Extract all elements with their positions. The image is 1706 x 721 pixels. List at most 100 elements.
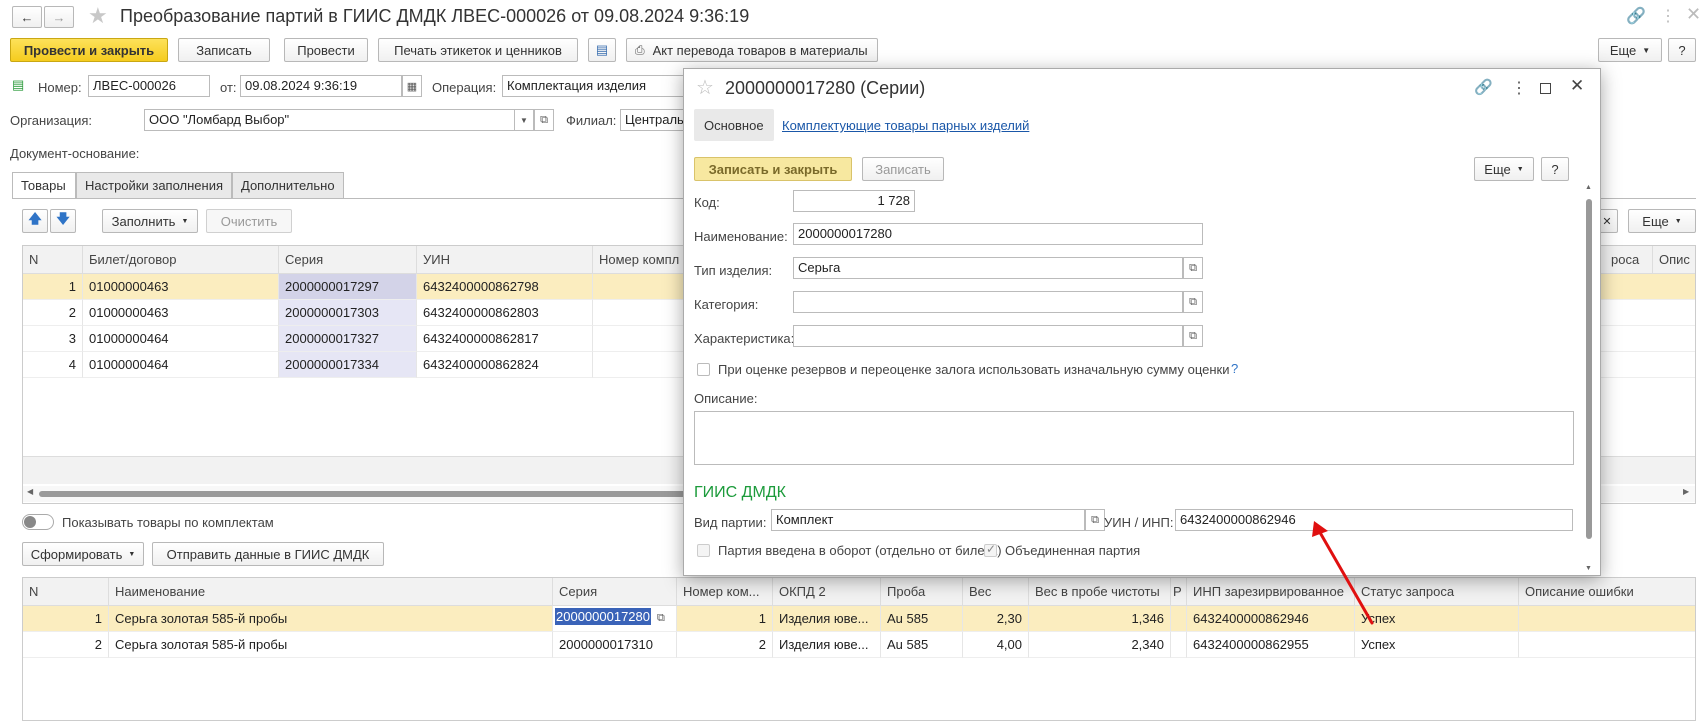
type-field[interactable]: Серьга	[793, 257, 1183, 279]
close-icon[interactable]: ✕	[1570, 76, 1584, 96]
reserve-checkbox[interactable]	[697, 363, 710, 376]
code-field[interactable]: 1 728	[793, 190, 915, 212]
back-button[interactable]: ←	[12, 6, 42, 28]
chevron-down-icon: ▼	[1516, 165, 1524, 173]
row-n: 2	[23, 300, 83, 326]
col-series[interactable]: Серия	[279, 246, 417, 274]
batch-type-field[interactable]: Комплект	[771, 509, 1085, 531]
dialog-scroll-down-icon[interactable]: ▼	[1585, 565, 1592, 572]
col-name[interactable]: Наименование	[109, 578, 553, 606]
batch-merged-label: Объединенная партия	[1005, 543, 1141, 558]
reserve-checkbox-label: При оценке резервов и переоценке залога …	[718, 362, 1230, 377]
fill-button[interactable]: Заполнить ▼	[102, 209, 198, 233]
category-open-button[interactable]: ⧉	[1183, 291, 1203, 313]
col-uin[interactable]: УИН	[417, 246, 593, 274]
row-r	[1171, 606, 1187, 632]
batch-merged-checkbox[interactable]: ✓	[984, 542, 997, 557]
more-button[interactable]: Еще ▼	[1598, 38, 1662, 62]
name-field[interactable]: 2000000017280	[793, 223, 1203, 245]
scroll-right-icon[interactable]: ▶	[1683, 487, 1689, 496]
open-icon: ⧉	[1189, 261, 1197, 274]
col-n[interactable]: N	[23, 578, 109, 606]
scrollbar-thumb[interactable]	[39, 491, 739, 497]
favorite-star-icon[interactable]: ★	[88, 3, 108, 29]
close-icon[interactable]: ✕	[1686, 4, 1701, 25]
dialog-save-button[interactable]: Записать	[862, 157, 944, 181]
dialog-help-button[interactable]: ?	[1541, 157, 1569, 181]
col-kit-number[interactable]: Номер ком...	[677, 578, 773, 606]
col-r[interactable]: Р	[1171, 578, 1187, 606]
post-button[interactable]: Провести	[284, 38, 368, 62]
reserve-help-icon[interactable]: ?	[1231, 361, 1238, 376]
scroll-left-icon[interactable]: ◀	[27, 487, 33, 496]
calendar-button[interactable]: ▦	[402, 75, 422, 97]
tab-goods[interactable]: Товары	[12, 172, 76, 199]
col-probe[interactable]: Проба	[881, 578, 963, 606]
col-request[interactable]: роса	[1593, 246, 1653, 274]
characteristic-field[interactable]	[793, 325, 1183, 347]
form-button[interactable]: Сформировать ▼	[22, 542, 144, 566]
clear-button[interactable]: Очистить	[206, 209, 292, 233]
act-transfer-button[interactable]: ⎙ Акт перевода товаров в материалы	[626, 38, 878, 62]
link-icon[interactable]: 🔗	[1474, 78, 1493, 96]
org-field[interactable]: ООО "Ломбард Выбор"	[144, 109, 516, 131]
help-button[interactable]: ?	[1668, 38, 1696, 62]
tab-pair-components[interactable]: Комплектующие товары парных изделий	[782, 118, 1029, 133]
link-icon[interactable]: 🔗	[1626, 6, 1646, 26]
characteristic-open-button[interactable]: ⧉	[1183, 325, 1203, 347]
col-n[interactable]: N	[23, 246, 83, 274]
org-open-button[interactable]: ⧉	[534, 109, 554, 131]
lower-table[interactable]: N Наименование Серия Номер ком... ОКПД 2…	[22, 577, 1696, 721]
maximize-icon[interactable]	[1540, 83, 1551, 94]
move-up-button[interactable]: 🡅	[22, 209, 48, 233]
col-pure-weight[interactable]: Вес в пробе чистоты	[1029, 578, 1171, 606]
category-field[interactable]	[793, 291, 1183, 313]
dialog-scroll-up-icon[interactable]: ▲	[1585, 184, 1592, 191]
kit-toggle-label: Показывать товары по комплектам	[62, 515, 274, 530]
save-button[interactable]: Записать	[178, 38, 270, 62]
favorite-star-icon[interactable]: ☆	[696, 75, 714, 100]
dmdk-section-title: ГИИС ДМДК	[694, 484, 786, 501]
tab-main[interactable]: Основное	[694, 109, 774, 141]
col-ticket[interactable]: Билет/договор	[83, 246, 279, 274]
post-and-close-button[interactable]: Провести и закрыть	[10, 38, 168, 62]
col-description[interactable]: Опис	[1653, 246, 1695, 274]
row-okpd: Изделия юве...	[773, 632, 881, 658]
description-textarea[interactable]	[694, 411, 1574, 465]
col-error[interactable]: Описание ошибки	[1519, 578, 1695, 606]
dialog-more-button[interactable]: Еще ▼	[1474, 157, 1534, 181]
row-n: 4	[23, 352, 83, 378]
col-weight[interactable]: Вес	[963, 578, 1029, 606]
col-series[interactable]: Серия	[553, 578, 677, 606]
row-num: 2	[677, 632, 773, 658]
org-label: Организация:	[10, 113, 93, 128]
tab-additional[interactable]: Дополнительно	[232, 172, 344, 198]
more-vert-icon[interactable]: ⋮	[1660, 6, 1676, 26]
org-dropdown-button[interactable]: ▼	[514, 109, 534, 131]
kit-toggle[interactable]	[22, 514, 54, 530]
row-series: 2000000017303	[279, 300, 417, 326]
move-down-button[interactable]: 🡇	[50, 209, 76, 233]
row-series[interactable]: 2000000017280	[555, 608, 651, 625]
batch-type-open-button[interactable]: ⧉	[1085, 509, 1105, 531]
type-open-button[interactable]: ⧉	[1183, 257, 1203, 279]
date-field[interactable]: 09.08.2024 9:36:19	[240, 75, 402, 97]
dialog-scrollbar-thumb[interactable]	[1586, 199, 1592, 539]
open-icon: ⧉	[540, 113, 548, 126]
save-and-close-button[interactable]: Записать и закрыть	[694, 157, 852, 181]
row-r	[1171, 632, 1187, 658]
structure-button[interactable]: ▤	[588, 38, 616, 62]
batch-circulation-checkbox[interactable]	[697, 544, 710, 557]
col-okpd[interactable]: ОКПД 2	[773, 578, 881, 606]
more-vert-icon[interactable]: ⋮	[1511, 78, 1527, 98]
dialog-more-label: Еще	[1484, 161, 1511, 177]
series-open-icon[interactable]: ⧉	[657, 612, 665, 625]
send-dmdk-button[interactable]: Отправить данные в ГИИС ДМДК	[152, 542, 384, 566]
print-labels-button[interactable]: Печать этикеток и ценников	[378, 38, 578, 62]
tab-fill-settings[interactable]: Настройки заполнения	[76, 172, 232, 198]
goods-more-button[interactable]: Еще ▼	[1628, 209, 1696, 233]
operation-field[interactable]: Комплектация изделия	[502, 75, 684, 97]
number-field[interactable]: ЛВЕС-000026	[88, 75, 210, 97]
branch-field[interactable]: Централь	[620, 109, 686, 131]
forward-button[interactable]: →	[44, 6, 74, 28]
